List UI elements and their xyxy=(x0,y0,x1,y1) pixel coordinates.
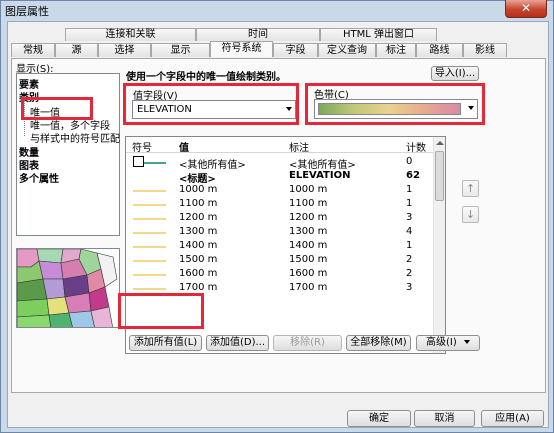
tab-joins-relates[interactable]: 连接和关联 xyxy=(65,28,196,41)
tab-symbology[interactable]: 符号系统 xyxy=(210,41,273,57)
table-row[interactable]: 1600 m 1600 m 2 xyxy=(126,267,434,281)
table-row[interactable]: <其他所有值> <其他所有值> 0 xyxy=(126,155,434,171)
scroll-thumb[interactable] xyxy=(435,151,444,201)
line-symbol[interactable] xyxy=(133,274,166,276)
table-scrollbar[interactable] xyxy=(433,137,445,353)
add-all-values-button[interactable]: 添加所有值(L) xyxy=(129,335,202,351)
cell-value: 1000 m xyxy=(179,184,218,195)
title-bar: 图层属性 ✕ xyxy=(1,0,553,19)
cell-value: 1100 m xyxy=(179,198,218,209)
window-title: 图层属性 xyxy=(5,5,49,18)
line-symbol[interactable] xyxy=(133,190,166,192)
col-header-value[interactable]: 值 xyxy=(179,139,189,154)
tab-row-bottom: 常规 源 选择 显示 符号系统 字段 定义查询 标注 路线 影线 xyxy=(11,41,507,57)
cell-value: 1700 m xyxy=(179,282,218,293)
line-symbol[interactable] xyxy=(133,246,166,248)
cell-count: 2 xyxy=(406,254,413,265)
cell-count: 1 xyxy=(406,184,413,195)
map-preview xyxy=(16,248,120,328)
arrow-down-icon: ↓ xyxy=(465,208,476,221)
cell-label: 1300 m xyxy=(289,226,328,237)
advanced-button[interactable]: 高级(I) xyxy=(416,335,480,351)
move-up-button[interactable]: ↑ xyxy=(462,180,479,197)
arrow-up-icon: ↑ xyxy=(465,182,476,195)
highlight-unique-values xyxy=(21,97,93,120)
tab-labels[interactable]: 标注 xyxy=(376,43,416,57)
tab-fields[interactable]: 字段 xyxy=(273,43,318,57)
cell-value: 1600 m xyxy=(179,268,218,279)
scroll-up-icon[interactable] xyxy=(436,141,444,145)
cell-value: 1400 m xyxy=(179,240,218,251)
close-button[interactable]: ✕ xyxy=(505,0,547,18)
tab-selection[interactable]: 选择 xyxy=(98,43,151,57)
highlight-color-ramp xyxy=(305,83,485,125)
map-preview-image xyxy=(17,249,119,327)
add-values-button[interactable]: 添加值(D)... xyxy=(206,335,269,351)
line-symbol[interactable] xyxy=(133,218,166,220)
line-symbol[interactable] xyxy=(133,232,166,234)
tab-routes[interactable]: 路线 xyxy=(416,43,463,57)
chevron-down-icon xyxy=(463,340,470,344)
cell-label: 1000 m xyxy=(289,184,328,195)
tab-source[interactable]: 源 xyxy=(55,43,98,57)
cell-count: 1 xyxy=(406,198,413,209)
description-text: 使用一个字段中的唯一值绘制类别。 xyxy=(126,72,286,83)
col-header-count[interactable]: 计数 xyxy=(406,139,426,154)
tree-item-match-to-style[interactable]: 与样式中的符号匹配 xyxy=(30,130,120,145)
cell-count: 3 xyxy=(406,282,413,293)
table-row[interactable]: 1100 m 1100 m 1 xyxy=(126,197,434,211)
cell-label: ELEVATION xyxy=(289,170,351,181)
cell-label: 1400 m xyxy=(289,240,328,251)
remove-all-button[interactable]: 全部移除(M) xyxy=(346,335,411,351)
checkbox-all-other-values[interactable] xyxy=(133,156,144,167)
line-symbol[interactable] xyxy=(144,162,166,164)
tab-display[interactable]: 显示 xyxy=(151,43,210,57)
table-row[interactable]: 1400 m 1400 m 1 xyxy=(126,239,434,253)
cell-count: 3 xyxy=(406,212,413,223)
cell-count: 62 xyxy=(406,170,420,181)
cell-count: 2 xyxy=(406,268,413,279)
apply-button[interactable]: 应用(A) xyxy=(481,410,544,427)
table-row[interactable]: 1500 m 1500 m 2 xyxy=(126,253,434,267)
tab-html-popup[interactable]: HTML 弹出窗口 xyxy=(320,28,437,41)
table-header: 符号 值 标注 计数 xyxy=(126,137,434,154)
cell-label: 1200 m xyxy=(289,212,328,223)
tab-row-top: 连接和关联 时间 HTML 弹出窗口 xyxy=(65,28,437,41)
cell-label: 1100 m xyxy=(289,198,328,209)
layer-properties-window: 图层属性 ✕ 连接和关联 时间 HTML 弹出窗口 常规 源 选择 显示 符号系… xyxy=(0,0,554,433)
tab-hatches[interactable]: 影线 xyxy=(463,43,507,57)
table-row[interactable]: 1200 m 1200 m 3 xyxy=(126,211,434,225)
cell-label: 1500 m xyxy=(289,254,328,265)
cell-label: 1700 m xyxy=(289,282,328,293)
tab-definition-query[interactable]: 定义查询 xyxy=(318,43,376,57)
tree-item-multiple-attributes[interactable]: 多个属性 xyxy=(19,170,59,185)
table-row[interactable]: 1000 m 1000 m 1 xyxy=(126,183,434,197)
line-symbol[interactable] xyxy=(133,288,166,290)
import-button[interactable]: 导入(I)... xyxy=(431,66,479,81)
col-header-label[interactable]: 标注 xyxy=(289,139,309,154)
table-row[interactable]: 1300 m 1300 m 4 xyxy=(126,225,434,239)
col-header-symbol[interactable]: 符号 xyxy=(132,139,152,154)
tab-time[interactable]: 时间 xyxy=(196,28,320,41)
table-row[interactable]: <标题> ELEVATION 62 xyxy=(126,169,434,185)
remove-button[interactable]: 移除(R) xyxy=(273,335,342,351)
line-symbol[interactable] xyxy=(133,260,166,262)
ok-button[interactable]: 确定 xyxy=(347,410,411,427)
cell-value: 1300 m xyxy=(179,226,218,237)
cell-count: 0 xyxy=(406,156,413,167)
cell-label: 1600 m xyxy=(289,268,328,279)
cell-count: 1 xyxy=(406,240,413,251)
advanced-label: 高级(I) xyxy=(426,337,457,348)
tab-general[interactable]: 常规 xyxy=(11,43,55,57)
cell-count: 4 xyxy=(406,226,413,237)
cell-value: 1500 m xyxy=(179,254,218,265)
line-symbol[interactable] xyxy=(133,204,166,206)
highlight-add-all-values xyxy=(118,293,204,329)
cell-value: 1200 m xyxy=(179,212,218,223)
cancel-button[interactable]: 取消 xyxy=(414,410,475,427)
move-down-button[interactable]: ↓ xyxy=(462,206,479,223)
highlight-value-field xyxy=(123,83,299,125)
